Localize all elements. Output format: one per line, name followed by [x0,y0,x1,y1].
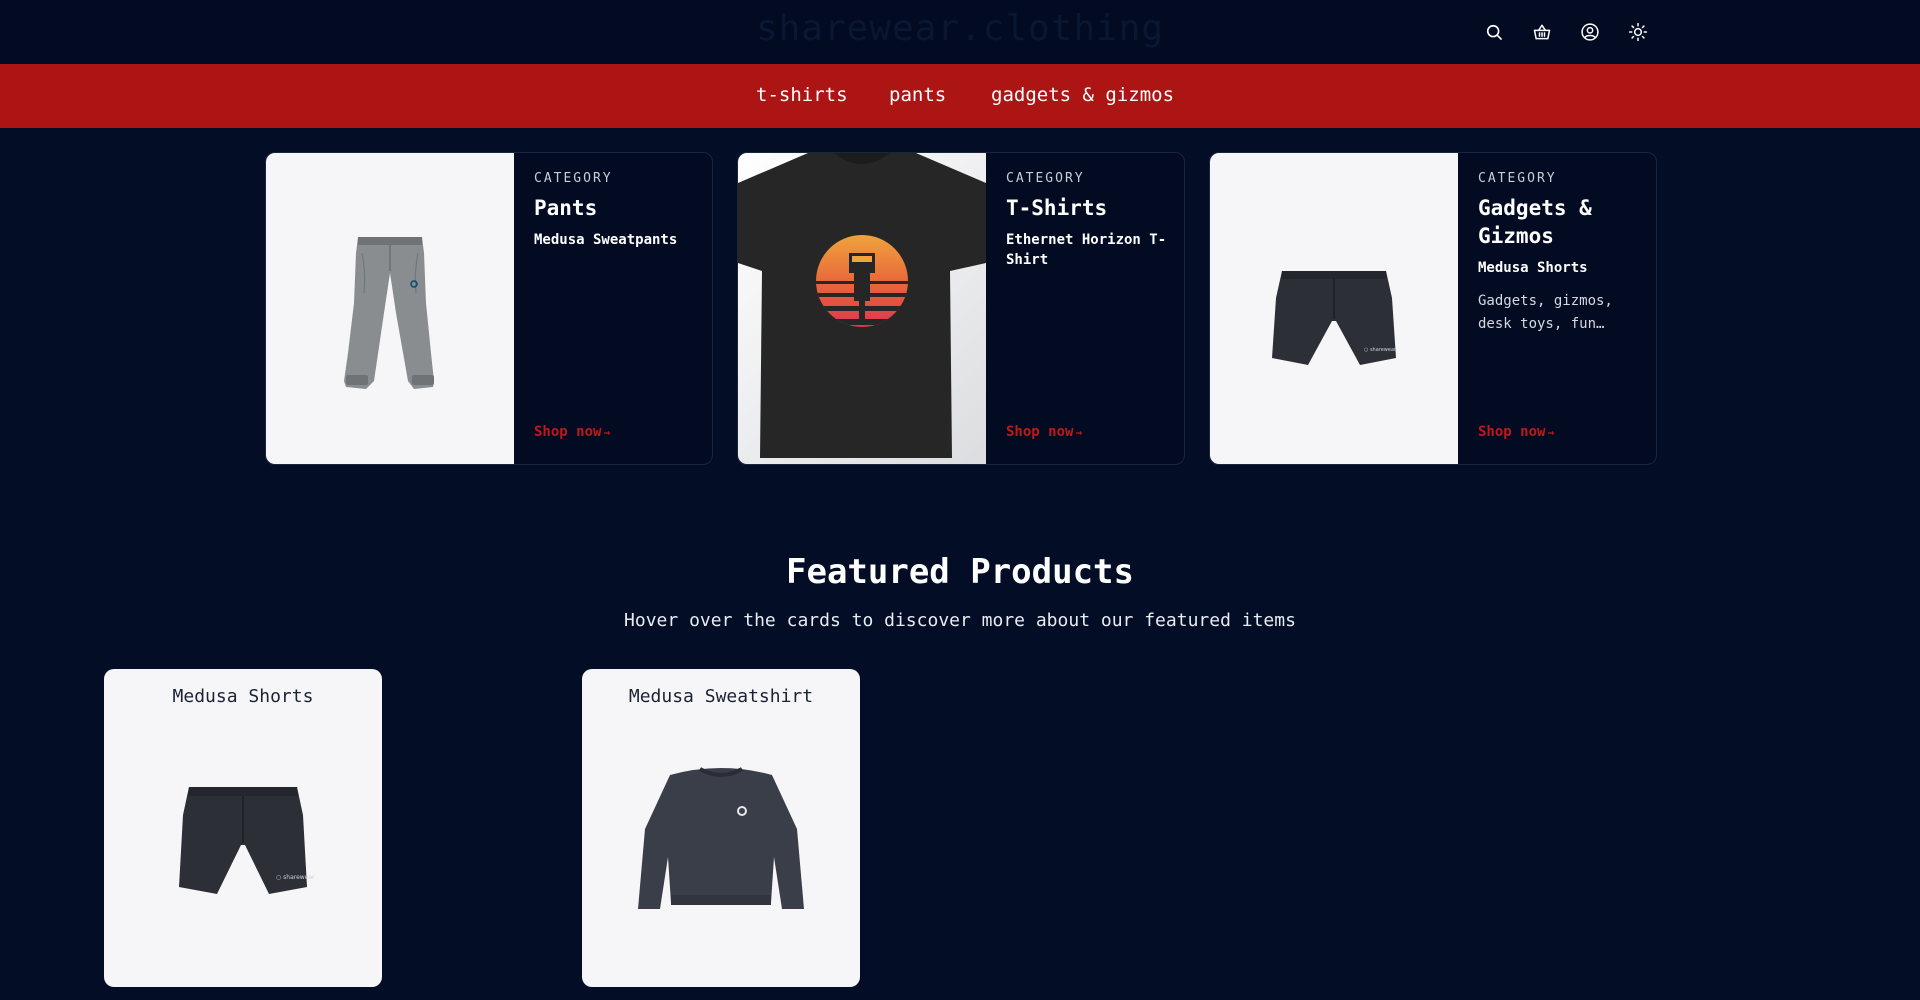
shop-now-link[interactable]: Shop now → [1478,424,1554,440]
category-card-gadgets-gizmos[interactable]: ○ sharewear CATEGORY Gadgets & Gizmos Me… [1209,152,1657,465]
category-kicker: CATEGORY [534,171,613,186]
nav-item-gadgets-gizmos[interactable]: gadgets & gizmos [991,84,1174,106]
arrow-right-icon: → [603,426,611,439]
svg-text:○ sharewear: ○ sharewear [1364,347,1397,353]
arrow-right-icon: → [1075,426,1083,439]
sweatpants-image [266,153,514,464]
nav-item-t-shirts[interactable]: t-shirts [756,84,848,106]
category-title: T-Shirts [1006,196,1108,220]
search-icon[interactable] [1482,20,1506,44]
category-card-body: CATEGORY Pants Medusa Sweatpants [534,171,704,250]
product-card-medusa-shorts[interactable]: ○ sharewear Medusa Shorts [104,669,382,987]
category-card-body: CATEGORY Gadgets & Gizmos Medusa Shorts … [1478,171,1648,336]
shop-now-label: Shop now [1478,424,1546,440]
basket-icon[interactable] [1530,20,1554,44]
category-card-t-shirts[interactable]: CATEGORY T-Shirts Ethernet Horizon T-Shi… [737,152,1185,465]
category-kicker: CATEGORY [1006,171,1085,186]
featured-products-subtitle: Hover over the cards to discover more ab… [624,610,1296,631]
category-title: Gadgets & Gizmos [1478,196,1592,248]
shop-now-link[interactable]: Shop now → [1006,424,1082,440]
category-product-name: Medusa Sweatpants [534,232,678,248]
category-product-name: Ethernet Horizon T-Shirt [1006,232,1167,268]
site-header: sharewear.clothing [0,0,1920,64]
category-description: Gadgets, gizmos, desk toys, fun… [1478,293,1613,332]
shop-now-link[interactable]: Shop now → [534,424,610,440]
category-kicker: CATEGORY [1478,171,1557,186]
account-icon[interactable] [1578,20,1602,44]
category-product-name: Medusa Shorts [1478,260,1588,276]
shop-now-label: Shop now [1006,424,1074,440]
category-title: Pants [534,196,598,220]
t-shirt-image [738,153,986,464]
product-name: Medusa Sweatshirt [628,686,814,707]
product-name: Medusa Shorts [172,686,314,707]
theme-toggle-icon[interactable] [1626,20,1650,44]
product-card-medusa-sweatshirt[interactable]: Medusa Sweatshirt [582,669,860,987]
category-card-pants[interactable]: CATEGORY Pants Medusa Sweatpants Shop no… [265,152,713,465]
arrow-right-icon: → [1547,426,1555,439]
featured-products-title: Featured Products [786,552,1134,592]
category-nav: t-shirts pants gadgets & gizmos [0,64,1920,128]
svg-text:○ sharewear: ○ sharewear [276,874,315,881]
nav-item-pants[interactable]: pants [889,84,946,106]
shop-now-label: Shop now [534,424,602,440]
category-card-body: CATEGORY T-Shirts Ethernet Horizon T-Shi… [1006,171,1176,270]
shorts-image: ○ sharewear [1210,153,1458,464]
